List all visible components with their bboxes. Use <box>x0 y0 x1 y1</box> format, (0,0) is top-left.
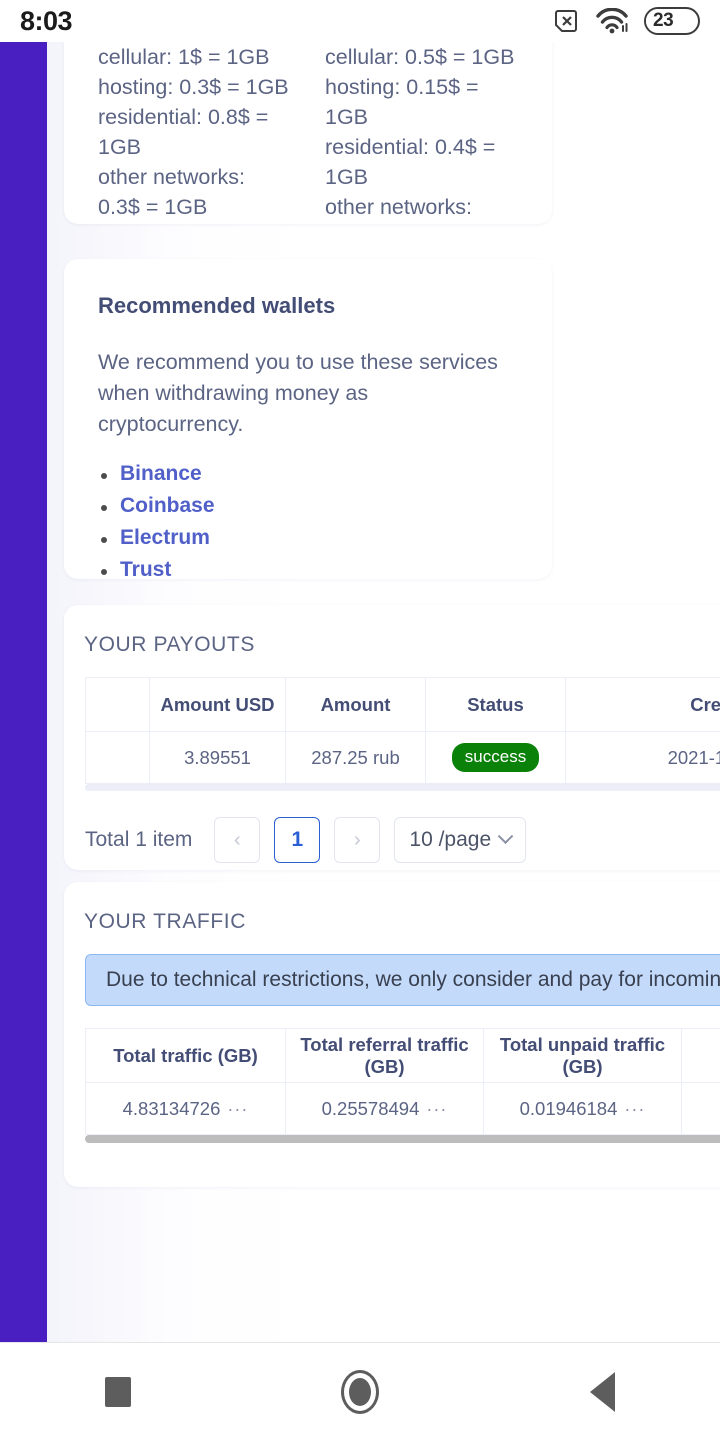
traffic-value-total: 4.83134726 <box>122 1097 221 1119</box>
payouts-table-horizontal-scrollbar[interactable] <box>85 784 720 791</box>
home-button-icon[interactable] <box>341 1369 380 1414</box>
pagination-total-label: Total 1 item <box>85 828 193 851</box>
list-item[interactable]: Electrum <box>98 526 518 550</box>
payouts-col-amount: Amount <box>285 677 426 732</box>
traffic-info-alert: Due to technical restrictions, we only c… <box>85 954 720 1006</box>
traffic-cell-unpaid: 0.01946184 ··· <box>483 1082 682 1135</box>
page-content: cellular: 1$ = 1GB hosting: 0.3$ = 1GB r… <box>47 42 720 1342</box>
status-badge: success <box>451 743 540 772</box>
pagination-prev-button[interactable]: ‹ <box>214 817 261 863</box>
traffic-col-unpaid: Total unpaid traffic (GB) <box>483 1028 682 1083</box>
wallet-link-binance[interactable]: Binance <box>120 462 202 485</box>
traffic-col-referral: Total referral traffic (GB) <box>285 1028 484 1083</box>
app-viewport: cellular: 1$ = 1GB hosting: 0.3$ = 1GB r… <box>0 42 720 1342</box>
payouts-table: Amount USD Amount Status Created at 3.89… <box>85 677 720 784</box>
bullet-icon <box>101 505 107 511</box>
bullet-icon <box>101 569 107 575</box>
payouts-pagination: Total 1 item ‹ 1 › 10 /page <box>64 791 720 863</box>
back-button-icon[interactable] <box>589 1371 615 1412</box>
battery-level-label: 23 <box>653 10 674 31</box>
list-item[interactable]: Trust <box>98 558 518 582</box>
pricing-line: hosting: 0.3$ = 1GB <box>98 75 289 99</box>
traffic-cell-total: 4.83134726 ··· <box>85 1082 286 1135</box>
payouts-section-label: YOUR PAYOUTS <box>84 633 255 656</box>
table-row[interactable]: 4.83134726 ··· 0.25578494 ··· 0.01946184 ··… <box>85 1082 720 1135</box>
bullet-icon <box>101 473 107 479</box>
traffic-section-label: YOUR TRAFFIC <box>84 910 246 933</box>
list-item[interactable]: Coinbase <box>98 494 518 518</box>
traffic-cell-truncated <box>681 1082 720 1135</box>
payouts-col-select <box>85 677 150 732</box>
payouts-col-status: Status <box>425 677 566 732</box>
pagination-page-1[interactable]: 1 <box>274 817 321 863</box>
status-bar: 8:03 23 <box>0 0 720 42</box>
payouts-cell-status: success <box>425 731 566 784</box>
payouts-card: YOUR PAYOUTS Amount USD Amount Status Cr… <box>64 605 720 870</box>
pagination-next-button[interactable]: › <box>334 817 381 863</box>
traffic-value-referral: 0.25578494 <box>321 1097 420 1119</box>
wifi-icon <box>596 8 630 34</box>
chevron-down-icon <box>497 827 514 844</box>
wallet-link-trust[interactable]: Trust <box>120 558 171 581</box>
pricing-line: other networks: 0.15$ = 1GB <box>325 195 472 219</box>
truncation-dots-icon: ··· <box>624 1098 646 1119</box>
payouts-col-amount-usd: Amount USD <box>149 677 286 732</box>
wallet-link-electrum[interactable]: Electrum <box>120 526 210 549</box>
table-header-row: Amount USD Amount Status Created at <box>85 677 720 732</box>
battery-icon: 23 <box>644 7 700 35</box>
traffic-col-truncated: To <box>681 1028 720 1083</box>
recommended-wallets-list: Binance Coinbase Electrum Trust <box>98 462 518 582</box>
payouts-cell-created-at: 2021-12-05 01:4 <box>565 731 720 784</box>
recommended-wallets-title: Recommended wallets <box>98 293 336 318</box>
status-bar-icons: 23 <box>554 7 700 35</box>
phone-screen: 8:03 23 cellular: 1$ = 1GB hosting: 0.3$… <box>0 0 720 1440</box>
android-navigation-bar <box>0 1342 720 1440</box>
pricing-line: residential: 0.4$ = 1GB <box>325 135 496 189</box>
table-header-row: Total traffic (GB) Total referral traffi… <box>85 1028 720 1083</box>
status-bar-clock: 8:03 <box>20 5 73 36</box>
bullet-icon <box>101 537 107 543</box>
pricing-card: cellular: 1$ = 1GB hosting: 0.3$ = 1GB r… <box>64 42 552 224</box>
payouts-cell-select[interactable] <box>85 731 150 784</box>
pricing-line: residential: 0.8$ = 1GB <box>98 105 269 159</box>
recents-button-icon[interactable] <box>105 1376 132 1407</box>
traffic-col-total: Total traffic (GB) <box>85 1028 286 1083</box>
recommended-wallets-card: Recommended wallets We recommend you to … <box>64 259 552 582</box>
wallet-link-coinbase[interactable]: Coinbase <box>120 494 215 517</box>
table-row[interactable]: 3.89551 287.25 rub success 2021-12-05 01… <box>85 731 720 784</box>
pricing-line: hosting: 0.15$ = 1GB <box>325 75 479 129</box>
pricing-column-left: cellular: 1$ = 1GB hosting: 0.3$ = 1GB r… <box>98 42 291 224</box>
list-item[interactable]: Binance <box>98 462 518 486</box>
pagination-page-size-select[interactable]: 10 /page <box>394 817 527 863</box>
payouts-col-created-at: Created at <box>565 677 720 732</box>
payouts-cell-amount: 287.25 rub <box>285 731 426 784</box>
payouts-cell-amount-usd: 3.89551 <box>149 731 286 784</box>
recommended-wallets-description: We recommend you to use these services w… <box>98 350 498 436</box>
pricing-line: cellular: 1$ = 1GB <box>98 45 270 69</box>
pricing-column-right: cellular: 0.5$ = 1GB hosting: 0.15$ = 1G… <box>325 42 518 224</box>
pricing-line: cellular: 0.5$ = 1GB <box>325 45 515 69</box>
sidebar-rail[interactable] <box>0 42 47 1342</box>
traffic-table-horizontal-scrollbar[interactable] <box>85 1135 720 1143</box>
truncation-dots-icon: ··· <box>426 1098 448 1119</box>
traffic-table: Total traffic (GB) Total referral traffi… <box>85 1028 720 1135</box>
pagination-page-size-label: 10 /page <box>409 828 492 851</box>
traffic-card: YOUR TRAFFIC Due to technical restrictio… <box>64 882 720 1187</box>
traffic-value-unpaid: 0.01946184 <box>519 1097 618 1119</box>
truncation-dots-icon: ··· <box>227 1098 249 1119</box>
no-sim-icon <box>554 8 582 34</box>
traffic-cell-referral: 0.25578494 ··· <box>285 1082 484 1135</box>
pricing-line: other networks: 0.3$ = 1GB <box>98 165 245 219</box>
